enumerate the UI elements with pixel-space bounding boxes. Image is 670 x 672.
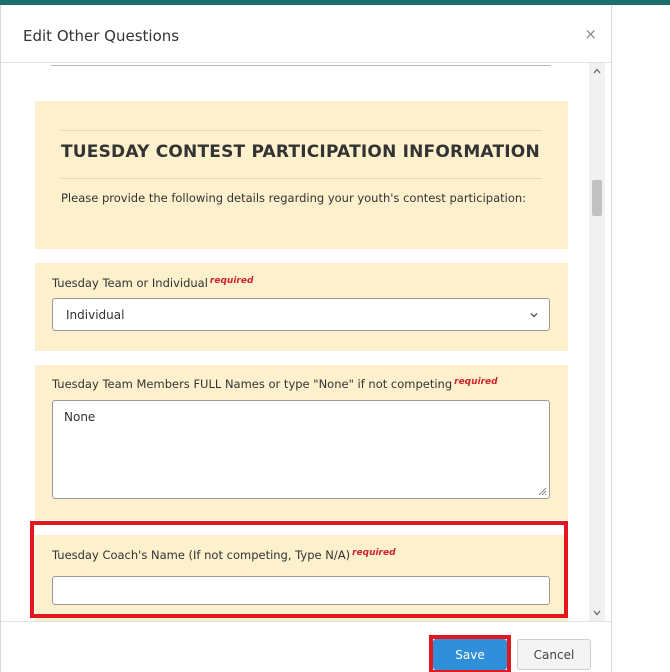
cancel-button[interactable]: Cancel — [517, 639, 591, 670]
coach-name-input[interactable] — [52, 576, 550, 605]
divider — [61, 130, 542, 131]
section-description: Please provide the following details reg… — [61, 191, 527, 205]
chevron-down-icon[interactable] — [592, 609, 602, 617]
field-label-text: Tuesday Team or Individual — [52, 276, 208, 290]
team-members-section: Tuesday Team Members FULL Names or type … — [35, 365, 568, 520]
modal-scrollbar[interactable] — [589, 63, 605, 621]
close-icon[interactable]: × — [584, 25, 597, 43]
modal-footer: Save Cancel — [1, 621, 611, 672]
scrollbar-thumb[interactable] — [592, 180, 602, 216]
resize-grip-icon[interactable] — [537, 486, 547, 496]
edit-questions-modal: Edit Other Questions × TUESDAY CONTEST P… — [0, 5, 612, 672]
section-title: TUESDAY CONTEST PARTICIPATION INFORMATIO… — [61, 142, 540, 162]
previous-field-edge — [51, 63, 551, 66]
field-label-text: Tuesday Team Members FULL Names or type … — [52, 377, 453, 391]
modal-header: Edit Other Questions × — [1, 5, 611, 63]
field-label-text: Tuesday Coach's Name (If not competing, … — [52, 548, 351, 562]
required-marker: required — [209, 276, 254, 286]
modal-body: TUESDAY CONTEST PARTICIPATION INFORMATIO… — [1, 63, 611, 621]
chevron-down-icon — [530, 313, 538, 318]
team-or-individual-label: Tuesday Team or Individual required — [52, 276, 253, 290]
team-members-label: Tuesday Team Members FULL Names or type … — [52, 377, 498, 391]
save-button[interactable]: Save — [433, 639, 507, 670]
modal-title: Edit Other Questions — [23, 27, 180, 45]
contest-info-section: TUESDAY CONTEST PARTICIPATION INFORMATIO… — [35, 101, 568, 249]
required-marker: required — [352, 548, 396, 558]
textarea-value: None — [64, 410, 96, 424]
team-or-individual-section: Tuesday Team or Individual required Indiv… — [35, 263, 568, 351]
team-members-textarea[interactable]: None — [52, 400, 550, 499]
selected-value: Individual — [66, 308, 125, 322]
required-marker: required — [454, 377, 498, 387]
divider — [61, 178, 542, 179]
coach-name-section: Tuesday Coach's Name (If not competing, … — [35, 535, 568, 621]
coach-name-label: Tuesday Coach's Name (If not competing, … — [52, 548, 396, 562]
chevron-up-icon[interactable] — [592, 67, 602, 75]
team-or-individual-select[interactable]: Individual — [52, 298, 550, 331]
